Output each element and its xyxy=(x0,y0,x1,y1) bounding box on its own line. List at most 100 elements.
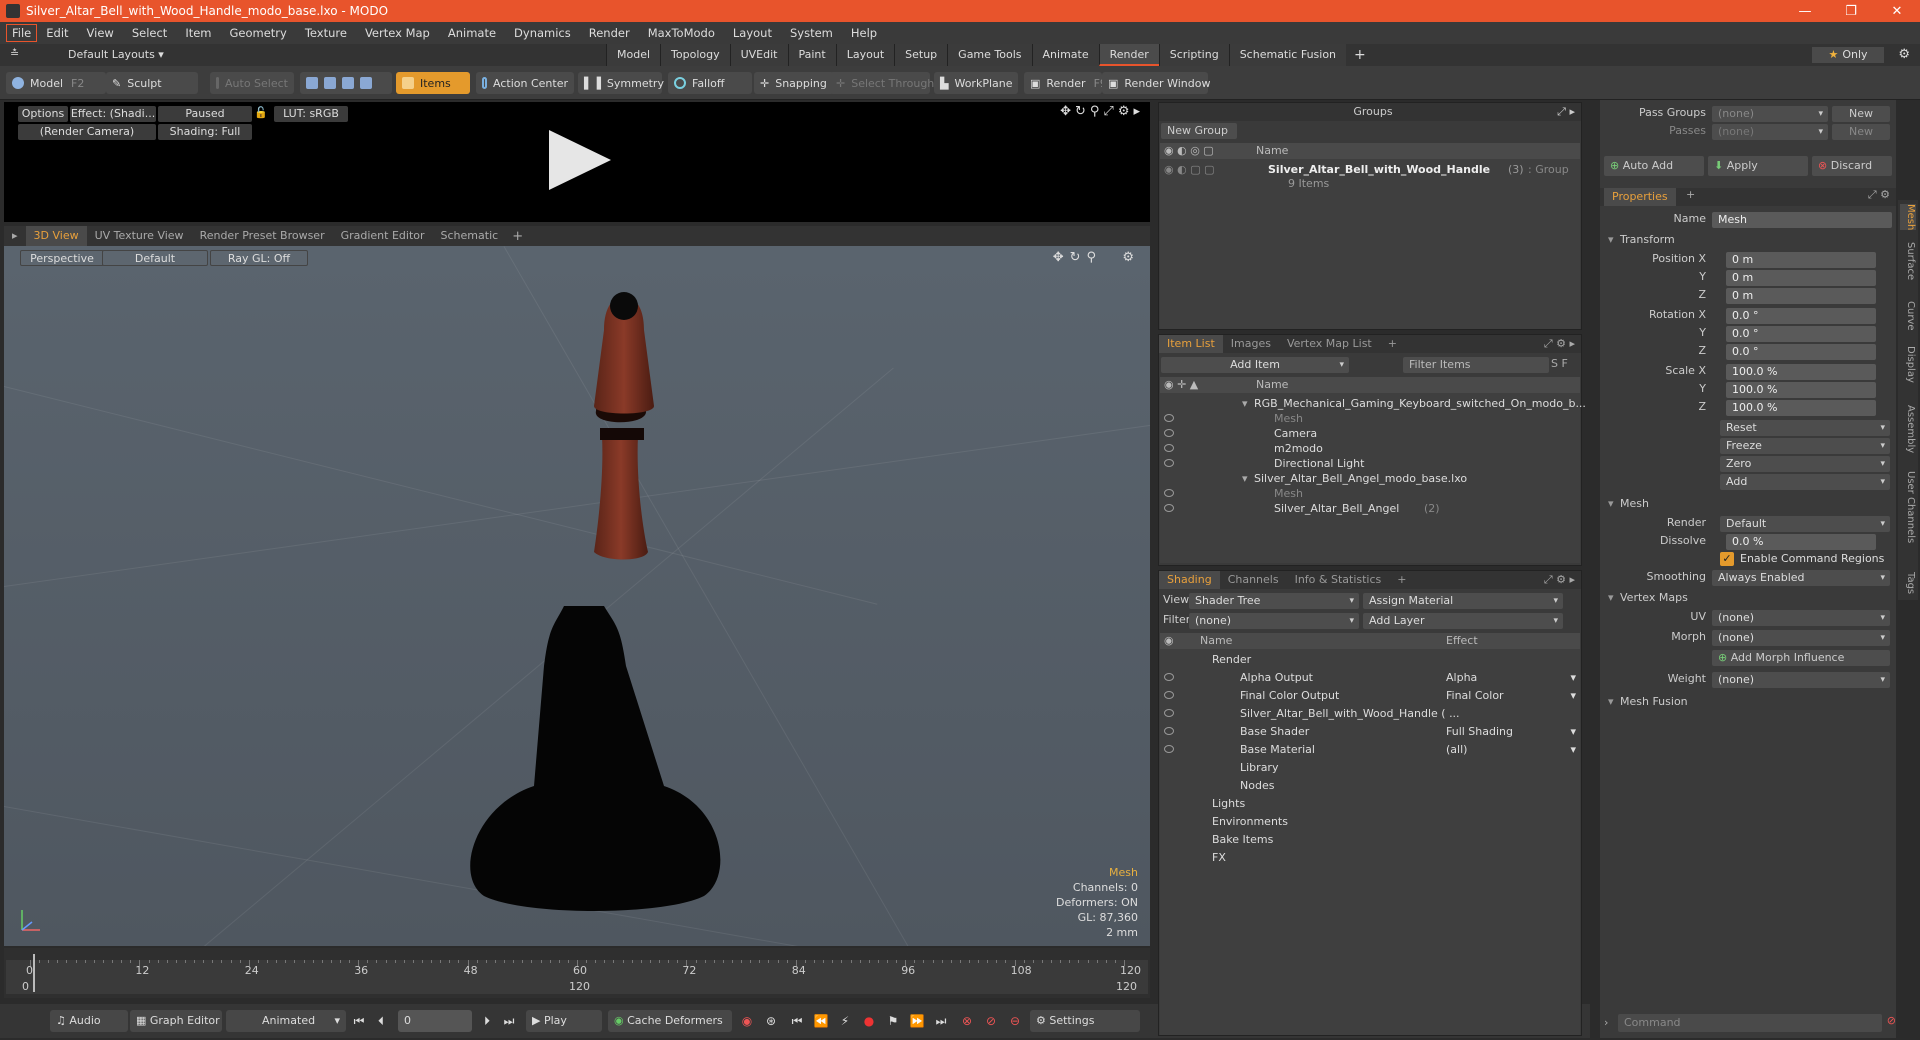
step-back-icon[interactable]: ⏴ xyxy=(372,1012,390,1030)
uv-dropdown[interactable]: (none) ▾ xyxy=(1712,610,1890,626)
vertex-maps-section[interactable]: Vertex Maps xyxy=(1606,590,1890,606)
position-y-field[interactable]: 0 m xyxy=(1726,270,1876,286)
time-cursor[interactable] xyxy=(33,954,35,992)
add-layer-dropdown[interactable]: Add Layer ▾ xyxy=(1363,613,1563,629)
tab-animate[interactable]: Animate xyxy=(1031,44,1099,66)
menu-item[interactable]: Item xyxy=(176,22,220,44)
play-icon[interactable] xyxy=(549,130,611,190)
expand-icon[interactable]: ⤢ ⚙ ▸ xyxy=(1544,573,1575,587)
menu-dynamics[interactable]: Dynamics xyxy=(505,22,580,44)
key-tools-icon[interactable]: ⚡ xyxy=(836,1012,854,1030)
gear-icon[interactable]: ⚙ xyxy=(1898,47,1910,62)
tab-uvedit[interactable]: UVEdit xyxy=(729,44,788,66)
chevron-down-icon[interactable]: ▾ xyxy=(1570,741,1576,759)
tab-vertex-map-list[interactable]: Vertex Map List xyxy=(1279,335,1380,353)
shader-row[interactable]: Alpha Output Alpha ▾ xyxy=(1160,669,1580,687)
cache-deformers-button[interactable]: ◉ Cache Deformers xyxy=(608,1010,732,1032)
freeze-dropdown[interactable]: Freeze ▾ xyxy=(1720,438,1890,454)
eye-icon[interactable] xyxy=(1164,459,1174,467)
3d-viewport[interactable]: Perspective Default Ray GL: Off ✥↻⚲ ⚙ Me… xyxy=(4,246,1150,946)
shader-row[interactable]: Bake Items xyxy=(1160,831,1580,849)
tab-uv-texture-view[interactable]: UV Texture View xyxy=(87,226,192,246)
menu-render[interactable]: Render xyxy=(580,22,639,44)
position-z-field[interactable]: 0 m xyxy=(1726,288,1876,304)
tab-3d-view[interactable]: 3D View xyxy=(25,226,87,246)
next-key-icon[interactable]: ⏭ xyxy=(932,1012,950,1030)
items-button[interactable]: Items xyxy=(396,72,470,94)
tab-paint[interactable]: Paint xyxy=(787,44,836,66)
add-tab-icon[interactable]: + xyxy=(1389,571,1414,589)
add-tab-icon[interactable]: + xyxy=(506,229,529,244)
shading-button[interactable]: Shading: Full xyxy=(158,124,252,140)
menu-select[interactable]: Select xyxy=(123,22,176,44)
new-pass-button[interactable]: New xyxy=(1832,124,1890,140)
add-tab-icon[interactable]: + xyxy=(1686,188,1695,201)
filter-items-input[interactable]: Filter Items xyxy=(1403,357,1549,373)
audio-button[interactable]: ♫ Audio xyxy=(50,1010,128,1032)
timeline-ruler[interactable]: 0 12 24 36 48 60 72 84 96 108 120 0 120 120 xyxy=(6,960,1148,994)
render-prop-dropdown[interactable]: Default ▾ xyxy=(1720,516,1890,532)
discard-button[interactable]: ⊗ Discard xyxy=(1812,156,1892,176)
key-filter-icon[interactable]: ⚑ xyxy=(884,1012,902,1030)
animated-dropdown[interactable]: Animated ▾ xyxy=(226,1010,346,1032)
next-frame-icon[interactable]: ⏩ xyxy=(908,1012,926,1030)
go-to-end-icon[interactable]: ⏭ xyxy=(500,1012,518,1030)
shader-row[interactable]: Silver_Altar_Bell_with_Wood_Handle ( ... xyxy=(1160,705,1580,723)
key-icon[interactable]: ◉ xyxy=(738,1012,756,1030)
symmetry-button[interactable]: ▌▐ Symmetry xyxy=(578,72,664,94)
tab-gradient-editor[interactable]: Gradient Editor xyxy=(333,226,433,246)
menu-view[interactable]: View xyxy=(78,22,123,44)
tab-game-tools[interactable]: Game Tools xyxy=(947,44,1032,66)
passes-dropdown[interactable]: (none) ▾ xyxy=(1712,124,1828,140)
rotation-y-field[interactable]: 0.0 ° xyxy=(1726,326,1876,342)
action-center-button[interactable]: Action Center xyxy=(476,72,574,94)
play-button[interactable]: ▶ Play xyxy=(526,1010,602,1032)
edge-mode-icon[interactable] xyxy=(324,77,336,89)
options-button[interactable]: Options xyxy=(18,106,68,122)
tab-render-preset-browser[interactable]: Render Preset Browser xyxy=(192,226,333,246)
minimize-button[interactable]: — xyxy=(1782,4,1828,19)
reset-dropdown[interactable]: Reset ▾ xyxy=(1720,420,1890,436)
shader-row[interactable]: Lights xyxy=(1160,795,1580,813)
position-x-field[interactable]: 0 m xyxy=(1726,252,1876,268)
side-tab-curve[interactable]: Curve xyxy=(1900,301,1916,331)
workplane-button[interactable]: ▙ WorkPlane xyxy=(934,72,1018,94)
prev-frame-icon[interactable]: ⏪ xyxy=(812,1012,830,1030)
record-icon[interactable]: ● xyxy=(860,1012,878,1030)
delete-key-icon[interactable]: ⊗ xyxy=(958,1012,976,1030)
menu-maxtomodo[interactable]: MaxToModo xyxy=(639,22,724,44)
menu-file[interactable]: File xyxy=(6,24,38,42)
material-mode-icon[interactable] xyxy=(360,77,372,89)
select-through-button[interactable]: ✛ Select Through xyxy=(830,72,934,94)
tab-schematic-fusion[interactable]: Schematic Fusion xyxy=(1228,44,1347,66)
tab-shading[interactable]: Shading xyxy=(1159,571,1220,589)
auto-select-button[interactable]: Auto Select xyxy=(210,72,294,94)
tab-images[interactable]: Images xyxy=(1223,335,1279,353)
menu-help[interactable]: Help xyxy=(842,22,886,44)
expand-icon[interactable]: ⤢ ⚙ xyxy=(1868,188,1890,202)
transform-section[interactable]: Transform xyxy=(1606,232,1890,248)
scale-z-field[interactable]: 100.0 % xyxy=(1726,400,1876,416)
add-morph-influence-button[interactable]: ⊕ Add Morph Influence xyxy=(1712,650,1890,666)
side-tab-display[interactable]: Display xyxy=(1900,346,1916,383)
expand-icon[interactable]: ⤢ ⚙ ▸ xyxy=(1544,337,1575,351)
eye-icon[interactable] xyxy=(1164,673,1174,681)
step-forward-icon[interactable]: ⏵ xyxy=(478,1012,496,1030)
model-button[interactable]: Model F2 xyxy=(6,72,106,94)
scale-x-field[interactable]: 100.0 % xyxy=(1726,364,1876,380)
command-status-icon[interactable]: ⊘ xyxy=(1887,1014,1896,1027)
effect-button[interactable]: Effect: (Shadi... xyxy=(70,106,156,122)
shader-row[interactable]: Base Material (all) ▾ xyxy=(1160,741,1580,759)
collapse-icon[interactable]: ≛ xyxy=(10,47,19,60)
timeline[interactable]: 0 12 24 36 48 60 72 84 96 108 120 0 120 120 xyxy=(4,948,1150,998)
side-tab-tags[interactable]: Tags xyxy=(1900,572,1916,594)
settings-button[interactable]: ⚙ Settings xyxy=(1030,1010,1140,1032)
close-button[interactable]: ✕ xyxy=(1874,4,1920,19)
key-options-icon[interactable]: ⊖ xyxy=(1006,1012,1024,1030)
side-tab-assembly[interactable]: Assembly xyxy=(1900,405,1916,453)
shader-row[interactable]: FX xyxy=(1160,849,1580,867)
render-view-tools[interactable]: ✥↻⚲⤢⚙▸ xyxy=(1060,104,1144,119)
eye-icon[interactable] xyxy=(1164,414,1174,422)
scale-y-field[interactable]: 100.0 % xyxy=(1726,382,1876,398)
render-button[interactable]: ▣ Render F9 xyxy=(1024,72,1107,94)
